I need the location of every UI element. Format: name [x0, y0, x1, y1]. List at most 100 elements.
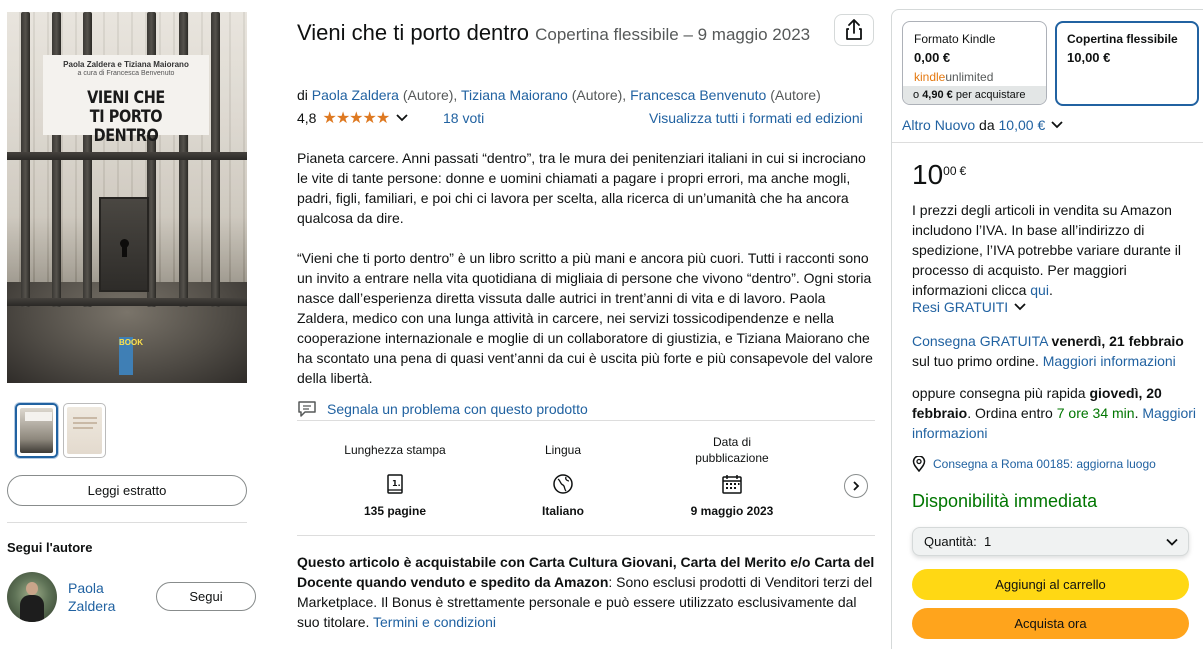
bonus-notice: Questo articolo è acquistabile con Carta…: [297, 552, 875, 632]
spec-value: 9 maggio 2023: [690, 504, 774, 518]
keyhole-slot: [122, 245, 127, 257]
book-cover-image[interactable]: Paola Zaldera e Tiziana Maiorano a cura …: [7, 12, 247, 383]
author-link[interactable]: Paola Zaldera: [312, 87, 399, 103]
product-format-date: Copertina flessibile – 9 maggio 2023: [535, 25, 811, 44]
add-to-cart-button[interactable]: Aggiungi al carrello: [912, 569, 1189, 600]
thumbnail-front-image: [20, 408, 53, 453]
rating-row[interactable]: 4,8 ★★★★★: [297, 108, 409, 128]
description-paragraph-2: “Vieni che ti porto dentro” è un libro s…: [297, 250, 873, 386]
location-pin-icon: [912, 456, 926, 472]
globe-icon: [553, 474, 573, 494]
star-rating-icon: ★★★★★: [322, 110, 390, 127]
cover-title-box: VIENI CHE TI PORTO DENTRO: [43, 83, 209, 146]
availability-status: Disponibilità immediata: [912, 491, 1098, 511]
divider: [297, 420, 875, 421]
follow-button[interactable]: Segui: [156, 582, 256, 611]
description-paragraph-1: Pianeta carcere. Anni passati “dentro”, …: [297, 150, 866, 226]
quantity-dropdown[interactable]: Quantità: 1: [912, 527, 1189, 556]
vat-info-link[interactable]: qui: [1030, 282, 1049, 298]
author-avatar[interactable]: [7, 572, 57, 622]
specs-next-button[interactable]: [844, 474, 868, 498]
other-new-offers[interactable]: Altro Nuovo da 10,00 €: [902, 117, 1064, 133]
spec-print-length: Lunghezza stampa 1. 135 pagine: [330, 434, 460, 518]
returns-row[interactable]: Resi GRATUITI: [912, 299, 1027, 315]
buy-now-button[interactable]: Acquista ora: [912, 608, 1189, 639]
spec-icon-wrap: [498, 473, 628, 495]
calendar-icon: [722, 475, 742, 494]
chevron-down-icon: [1166, 538, 1178, 546]
delivery-location-row[interactable]: Consegna a Roma 00185: aggiorna luogo: [912, 456, 1156, 472]
vat-notice: I prezzi degli articoli in vendita su Am…: [912, 202, 1182, 298]
other-new-from: da: [979, 117, 995, 133]
spec-label: Lunghezza stampa: [344, 443, 446, 457]
share-button[interactable]: [834, 14, 874, 46]
author-link[interactable]: Tiziana Maiorano: [461, 87, 568, 103]
delivery-tail: sul tuo primo ordine.: [912, 353, 1039, 369]
spec-label: Data di pubblicazione: [695, 435, 769, 465]
thumbnail-back-text: [73, 417, 97, 419]
kindle-buy-suffix: per acquistare: [955, 89, 1026, 101]
price-fraction: 00: [943, 164, 957, 178]
author-role: (Autore),: [402, 87, 458, 103]
rating-value: 4,8: [297, 110, 317, 126]
order-within-text: . Ordina entro: [967, 405, 1053, 421]
report-issue-link[interactable]: Segnala un problema con questo prodotto: [327, 401, 588, 417]
byline-prefix: di: [297, 87, 308, 103]
ku-unlimited-text: unlimited: [945, 70, 994, 84]
terms-link[interactable]: Termini e condizioni: [373, 614, 496, 630]
cover-lock: [99, 197, 149, 292]
all-formats-link[interactable]: Visualizza tutti i formati ed edizioni: [649, 110, 863, 126]
fast-delivery-prefix: oppure consegna più rapida: [912, 385, 1086, 401]
author-last-name: Zaldera: [68, 598, 116, 614]
svg-text:1.: 1.: [392, 479, 401, 488]
product-title-text: Vieni che ti porto dentro: [297, 20, 529, 45]
divider: [7, 522, 247, 523]
chevron-down-icon: [1051, 121, 1063, 129]
chevron-right-icon: [853, 481, 860, 491]
cover-hbar: [7, 152, 247, 160]
pages-icon: 1.: [387, 474, 403, 494]
thumbnail-back-text: [73, 422, 97, 424]
delivery-location-link[interactable]: Consegna a Roma 00185: aggiorna luogo: [933, 457, 1156, 471]
free-delivery-link[interactable]: Consegna GRATUITA: [912, 333, 1048, 349]
share-icon: [846, 19, 862, 40]
free-returns-link[interactable]: Resi GRATUITI: [912, 299, 1008, 315]
format-paperback-card[interactable]: Copertina flessibile 10,00 €: [1055, 21, 1199, 106]
thumbnail-front[interactable]: [15, 403, 58, 458]
kindle-buy-strip: o 4,90 € per acquistare: [903, 86, 1046, 104]
price-currency: €: [959, 164, 967, 178]
chevron-down-icon: [396, 114, 408, 122]
read-sample-button[interactable]: Leggi estratto: [7, 475, 247, 506]
delivery-date: venerdì, 21 febbraio: [1051, 333, 1184, 349]
feedback-icon: [298, 401, 316, 417]
other-prefix: Altro: [902, 117, 931, 133]
divider: [297, 535, 875, 536]
delivery-more-info-link[interactable]: Maggiori informazioni: [1043, 353, 1176, 369]
kindle-unlimited-logo: kindleunlimited: [914, 70, 993, 84]
author-role: (Autore): [770, 87, 821, 103]
author-name-link[interactable]: Paola Zaldera: [68, 579, 115, 615]
author-role: (Autore),: [571, 87, 627, 103]
spec-icon-wrap: [667, 473, 797, 495]
thumbnail-back-image: [67, 407, 102, 454]
report-issue-row[interactable]: Segnala un problema con questo prodotto: [297, 400, 588, 418]
thumbnail-back[interactable]: [63, 403, 106, 458]
format-paperback-price: 10,00 €: [1067, 50, 1111, 65]
spec-value: Italiano: [541, 504, 584, 518]
cover-hbar: [7, 298, 247, 306]
author-link[interactable]: Francesca Benvenuto: [630, 87, 766, 103]
ratings-count-link[interactable]: 18 voti: [443, 110, 484, 126]
thumbnail-front-title: [25, 412, 52, 421]
kindle-buy-price: 4,90 €: [922, 89, 953, 101]
format-kindle-card[interactable]: Formato Kindle 0,00 € kindleunlimited o …: [902, 21, 1047, 105]
byline: di Paola Zaldera (Autore), Tiziana Maior…: [297, 86, 821, 104]
follow-author-heading: Segui l'autore: [7, 540, 93, 555]
format-kindle-price: 0,00 €: [914, 50, 951, 65]
cover-title-line1: VIENI CHE: [87, 88, 165, 108]
format-kindle-label: Formato Kindle: [914, 32, 996, 46]
format-paperback-label: Copertina flessibile: [1067, 32, 1178, 46]
spec-icon-wrap: 1.: [330, 473, 460, 495]
other-new-link[interactable]: Nuovo: [935, 117, 975, 133]
author-first-name: Paola: [68, 580, 104, 596]
spec-publication-date: Data di pubblicazione 9 maggio 2023: [667, 434, 797, 518]
